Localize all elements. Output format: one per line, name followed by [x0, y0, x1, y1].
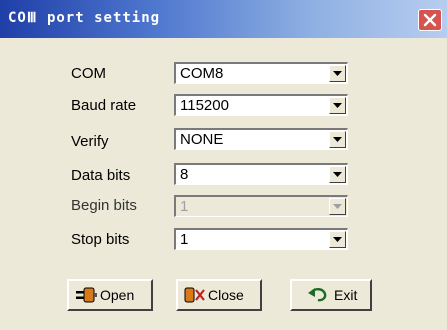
close-window-button[interactable] — [418, 9, 442, 31]
stop-bits-select[interactable]: 1 — [174, 228, 348, 250]
exit-button-label: Exit — [334, 287, 358, 303]
window-title: COⅢ port setting — [8, 10, 161, 26]
verify-label: Verify — [71, 133, 109, 150]
verify-value: NONE — [180, 131, 224, 148]
chevron-down-icon — [333, 237, 342, 242]
stop-bits-value: 1 — [180, 231, 189, 248]
data-bits-label: Data bits — [71, 167, 131, 184]
undo-arrow-icon — [308, 288, 327, 302]
begin-bits-select: 1 — [174, 195, 348, 217]
begin-bits-label: Begin bits — [71, 197, 137, 214]
chevron-down-icon — [333, 71, 342, 76]
verify-select[interactable]: NONE — [174, 128, 348, 150]
plug-disconnect-icon — [184, 287, 205, 303]
com-port-setting-window: COⅢ port setting COM COM8 Baud rate 1152… — [0, 0, 447, 330]
com-value: COM8 — [180, 65, 224, 82]
open-button[interactable]: Open — [67, 279, 153, 311]
chevron-down-icon — [333, 137, 342, 142]
com-label: COM — [71, 65, 106, 82]
exit-button[interactable]: Exit — [290, 279, 372, 311]
plug-connect-icon — [76, 287, 97, 303]
stop-bits-dropdown-button[interactable] — [329, 231, 346, 248]
begin-bits-dropdown-button — [329, 198, 346, 215]
open-button-label: Open — [100, 287, 135, 303]
begin-bits-value: 1 — [180, 198, 189, 215]
close-button[interactable]: Close — [176, 279, 262, 311]
stop-bits-label: Stop bits — [71, 231, 130, 248]
baud-rate-value: 115200 — [180, 97, 229, 114]
close-button-label: Close — [208, 287, 244, 303]
close-icon — [423, 13, 437, 27]
title-bar[interactable]: COⅢ port setting — [0, 0, 447, 38]
data-bits-select[interactable]: 8 — [174, 163, 348, 185]
com-dropdown-button[interactable] — [329, 65, 346, 82]
baud-rate-dropdown-button[interactable] — [329, 97, 346, 114]
chevron-down-icon — [333, 172, 342, 177]
chevron-down-icon — [333, 103, 342, 108]
com-select[interactable]: COM8 — [174, 62, 348, 84]
chevron-down-icon — [333, 204, 342, 209]
data-bits-dropdown-button[interactable] — [329, 166, 346, 183]
baud-rate-select[interactable]: 115200 — [174, 94, 348, 116]
verify-dropdown-button[interactable] — [329, 131, 346, 148]
baud-rate-label: Baud rate — [71, 97, 137, 114]
data-bits-value: 8 — [180, 166, 189, 183]
